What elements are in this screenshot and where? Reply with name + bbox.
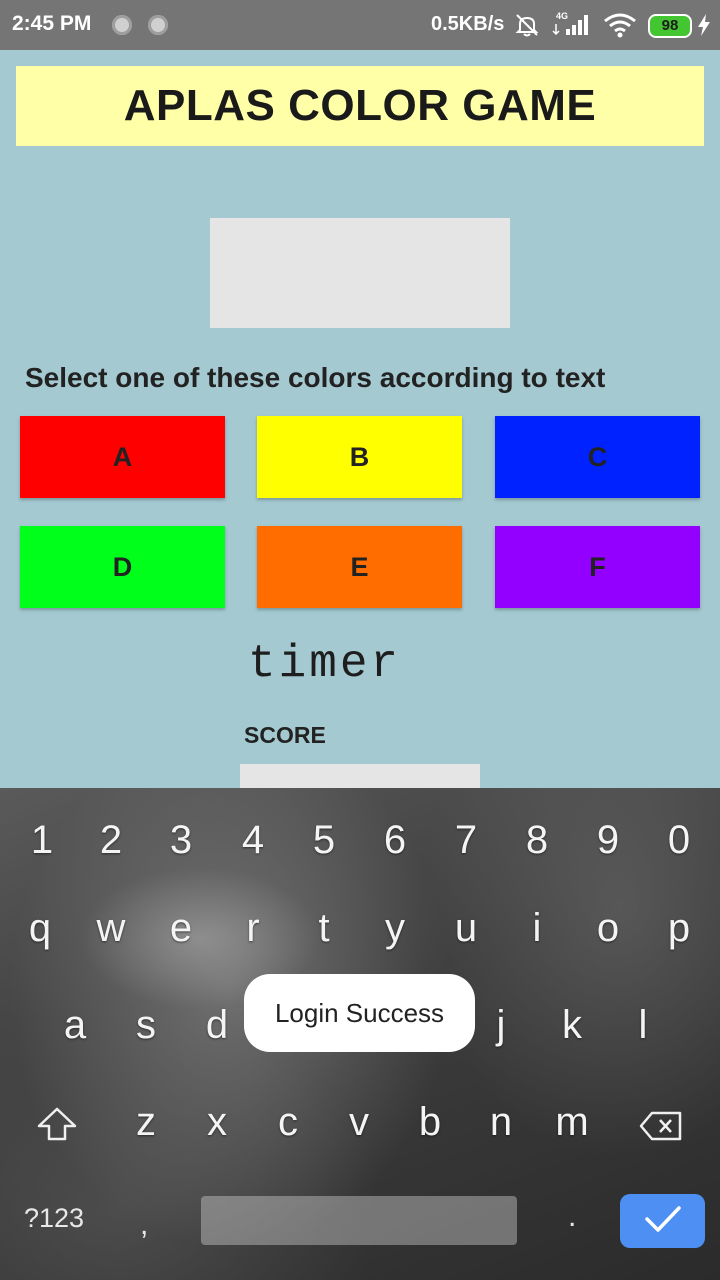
key-n[interactable]: n (471, 1100, 531, 1145)
key-x[interactable]: x (187, 1100, 247, 1145)
signal-type-label: 4G (556, 11, 568, 21)
symbols-key[interactable]: ?123 (24, 1203, 84, 1234)
color-button-label: B (349, 441, 370, 472)
key-0[interactable]: 0 (649, 818, 709, 863)
key-i[interactable]: i (507, 906, 567, 951)
signal-icon: 4G (552, 10, 594, 43)
status-time: 2:45 PM (12, 12, 92, 35)
title-bar: APLAS COLOR GAME (16, 66, 704, 146)
key-j[interactable]: j (471, 1003, 531, 1048)
key-m[interactable]: m (542, 1100, 602, 1145)
color-button-e[interactable]: E (257, 526, 462, 608)
key-t[interactable]: t (294, 906, 354, 951)
key-b[interactable]: b (400, 1100, 460, 1145)
key-u[interactable]: u (436, 906, 496, 951)
shift-key-icon[interactable] (36, 1106, 78, 1147)
charging-icon (697, 14, 711, 41)
color-button-label: D (112, 551, 133, 582)
key-o[interactable]: o (578, 906, 638, 951)
color-button-b[interactable]: B (257, 416, 462, 498)
key-3[interactable]: 3 (151, 818, 211, 863)
status-bar: 2:45 PM 0.5KB/s 4G 98 (0, 0, 720, 50)
key-1[interactable]: 1 (12, 818, 72, 863)
color-button-c[interactable]: C (495, 416, 700, 498)
key-9[interactable]: 9 (578, 818, 638, 863)
mute-icon (514, 12, 540, 43)
key-y[interactable]: y (365, 906, 425, 951)
score-label: SCORE (244, 722, 326, 748)
key-e[interactable]: e (151, 906, 211, 951)
instruction-text: Select one of these colors according to … (25, 362, 606, 393)
key-k[interactable]: k (542, 1003, 602, 1048)
notification-dot-icon (148, 15, 168, 35)
key-a[interactable]: a (45, 1003, 105, 1048)
notification-dot-icon (112, 15, 132, 35)
key-5[interactable]: 5 (294, 818, 354, 863)
comma-key[interactable]: , (140, 1208, 148, 1242)
key-v[interactable]: v (329, 1100, 389, 1145)
key-w[interactable]: w (81, 906, 141, 951)
key-2[interactable]: 2 (81, 818, 141, 863)
color-button-label: A (112, 441, 133, 472)
color-button-d[interactable]: D (20, 526, 225, 608)
color-button-label: F (589, 551, 606, 582)
color-button-a[interactable]: A (20, 416, 225, 498)
battery-icon: 98 (648, 14, 692, 38)
key-4[interactable]: 4 (223, 818, 283, 863)
backspace-key-icon[interactable] (638, 1110, 684, 1147)
key-d[interactable]: d (187, 1003, 247, 1048)
enter-key[interactable] (620, 1194, 705, 1248)
page-title: APLAS COLOR GAME (123, 81, 597, 130)
key-p[interactable]: p (649, 906, 709, 951)
network-speed: 0.5KB/s (431, 13, 505, 35)
key-q[interactable]: q (10, 906, 70, 951)
key-c[interactable]: c (258, 1100, 318, 1145)
key-7[interactable]: 7 (436, 818, 496, 863)
space-bar[interactable] (201, 1196, 517, 1245)
key-r[interactable]: r (223, 906, 283, 951)
key-8[interactable]: 8 (507, 818, 567, 863)
timer-text: timer (248, 638, 402, 690)
color-button-label: E (350, 551, 369, 582)
color-button-f[interactable]: F (495, 526, 700, 608)
wifi-icon (603, 12, 637, 43)
key-l[interactable]: l (613, 1003, 673, 1048)
color-button-label: C (587, 441, 608, 472)
toast-message: Login Success (244, 974, 475, 1052)
checkmark-icon (644, 1204, 682, 1239)
key-z[interactable]: z (116, 1100, 176, 1145)
color-text-display (210, 218, 510, 328)
period-key[interactable]: . (568, 1200, 576, 1234)
key-s[interactable]: s (116, 1003, 176, 1048)
key-6[interactable]: 6 (365, 818, 425, 863)
